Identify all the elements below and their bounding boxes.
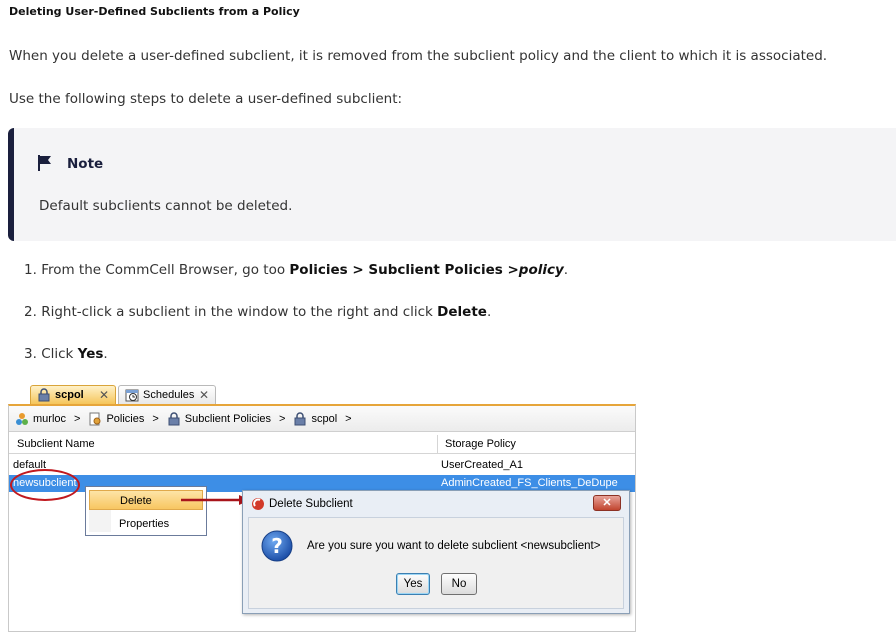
- close-icon[interactable]: ✕: [99, 388, 109, 402]
- svg-text:?: ?: [271, 534, 283, 558]
- tab-schedules[interactable]: Schedules ✕: [118, 385, 216, 404]
- note-box: Note Default subclients cannot be delete…: [8, 128, 896, 241]
- column-header-subclient-name[interactable]: Subclient Name: [17, 438, 95, 450]
- menu-item-properties[interactable]: Properties: [89, 514, 203, 534]
- tab-scpol[interactable]: scpol ✕: [30, 385, 116, 404]
- column-header-storage-policy[interactable]: Storage Policy: [445, 438, 516, 450]
- table-row[interactable]: default UserCreated_A1: [9, 457, 635, 474]
- step-2: 2. Right-click a subclient in the window…: [24, 304, 492, 320]
- breadcrumb-item-scpol[interactable]: scpol: [293, 411, 337, 426]
- dialog-body: ? Are you sure you want to delete subcli…: [248, 517, 624, 609]
- yes-button[interactable]: Yes: [396, 573, 430, 595]
- dialog-close-button[interactable]: ✕: [593, 495, 621, 511]
- step-3: 3. Click Yes.: [24, 346, 108, 362]
- dialog-message: Are you sure you want to delete subclien…: [307, 540, 601, 552]
- arrow-icon: [181, 495, 250, 505]
- step-1: 1. From the CommCell Browser, go too Pol…: [24, 262, 569, 278]
- calendar-clock-icon: [125, 389, 139, 402]
- breadcrumb-item-subclient-policies[interactable]: Subclient Policies: [167, 411, 271, 426]
- intro-paragraph: When you delete a user-defined subclient…: [9, 48, 828, 64]
- doc-title: Deleting User-Defined Subclients from a …: [9, 5, 300, 18]
- subclient-policies-icon: [168, 411, 180, 425]
- delete-subclient-dialog: Delete Subclient ✕ ? Are you sure you wa…: [242, 490, 630, 614]
- lock-icon: [38, 388, 50, 402]
- flag-icon: [38, 155, 51, 171]
- note-body: Default subclients cannot be deleted.: [39, 198, 293, 214]
- close-icon[interactable]: ✕: [199, 388, 209, 402]
- no-button[interactable]: No: [441, 573, 477, 595]
- app-screenshot: scpol ✕ Schedules ✕ murloc > Policies > …: [8, 382, 636, 632]
- breadcrumb-item-murloc[interactable]: murloc: [15, 412, 66, 426]
- column-divider[interactable]: [437, 435, 438, 453]
- note-title: Note: [67, 156, 104, 172]
- steps-intro: Use the following steps to delete a user…: [9, 91, 403, 107]
- policies-icon: [89, 412, 101, 425]
- tab-strip: scpol ✕ Schedules ✕: [8, 382, 636, 404]
- question-icon: ?: [261, 530, 293, 562]
- table-header: Subclient Name Storage Policy: [9, 435, 635, 454]
- highlight-circle: [10, 469, 80, 501]
- breadcrumb: murloc > Policies > Subclient Policies >…: [9, 406, 635, 432]
- dialog-title-bar[interactable]: Delete Subclient: [243, 491, 629, 517]
- commcell-icon: [16, 412, 28, 425]
- breadcrumb-item-policies[interactable]: Policies: [88, 412, 144, 426]
- lock-icon: [294, 411, 306, 425]
- app-logo-icon: [252, 498, 264, 510]
